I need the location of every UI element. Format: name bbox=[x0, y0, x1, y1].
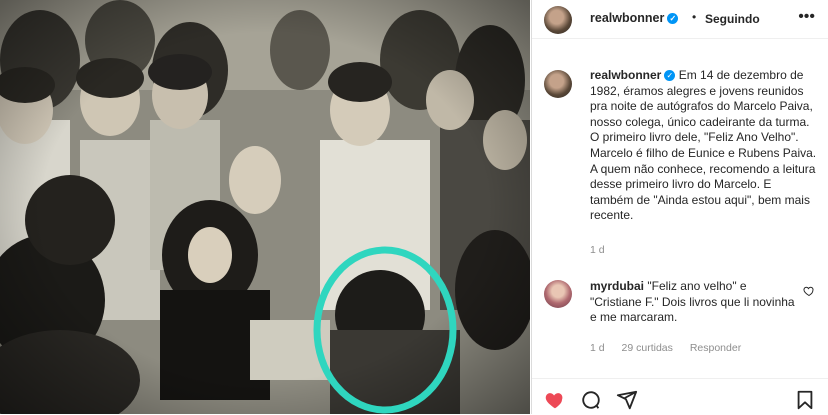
separator-dot: • bbox=[692, 10, 697, 24]
share-icon[interactable] bbox=[616, 389, 638, 411]
commenter-avatar[interactable] bbox=[544, 280, 572, 308]
post-caption: realwbonner ✓ Em 14 de dezembro de 1982, … bbox=[590, 68, 818, 224]
post-photo[interactable] bbox=[0, 0, 530, 414]
verified-badge-icon: ✓ bbox=[667, 13, 679, 24]
comment-meta: 1 d 29 curtidas Responder bbox=[590, 342, 755, 354]
post-sidebar: realwbonner ✓ • Seguindo ••• realwbonner ✓… bbox=[531, 0, 828, 414]
comment-likes-count[interactable]: 29 curtidas bbox=[622, 342, 673, 354]
comment-like-heart-icon[interactable] bbox=[803, 285, 815, 297]
bookmark-icon[interactable] bbox=[794, 389, 816, 411]
commenter-username[interactable]: myrdubai bbox=[590, 279, 644, 293]
vintage-group-photo bbox=[0, 0, 530, 414]
caption-author-avatar[interactable] bbox=[544, 70, 572, 98]
more-options-icon[interactable]: ••• bbox=[798, 8, 815, 26]
caption-text: Em 14 de dezembro de 1982, éramos alegre… bbox=[590, 68, 817, 223]
follow-status-button[interactable]: Seguindo bbox=[705, 12, 760, 26]
heart-filled-icon[interactable] bbox=[544, 389, 566, 411]
post-actions-bar bbox=[532, 378, 828, 415]
comment-timestamp[interactable]: 1 d bbox=[590, 342, 605, 354]
post-header: realwbonner ✓ • Seguindo ••• bbox=[532, 0, 828, 39]
comment-icon[interactable] bbox=[580, 389, 602, 411]
author-avatar[interactable] bbox=[544, 6, 572, 34]
comment-reply-button[interactable]: Responder bbox=[690, 342, 741, 354]
comment-item: myrdubai "Feliz ano velho" e "Cristiane … bbox=[590, 279, 800, 326]
author-username-text[interactable]: realwbonner bbox=[590, 11, 664, 25]
author-username[interactable]: realwbonner ✓ bbox=[590, 11, 679, 25]
caption-username[interactable]: realwbonner bbox=[590, 68, 661, 82]
caption-timestamp[interactable]: 1 d bbox=[590, 244, 605, 256]
verified-badge-icon: ✓ bbox=[664, 70, 676, 81]
